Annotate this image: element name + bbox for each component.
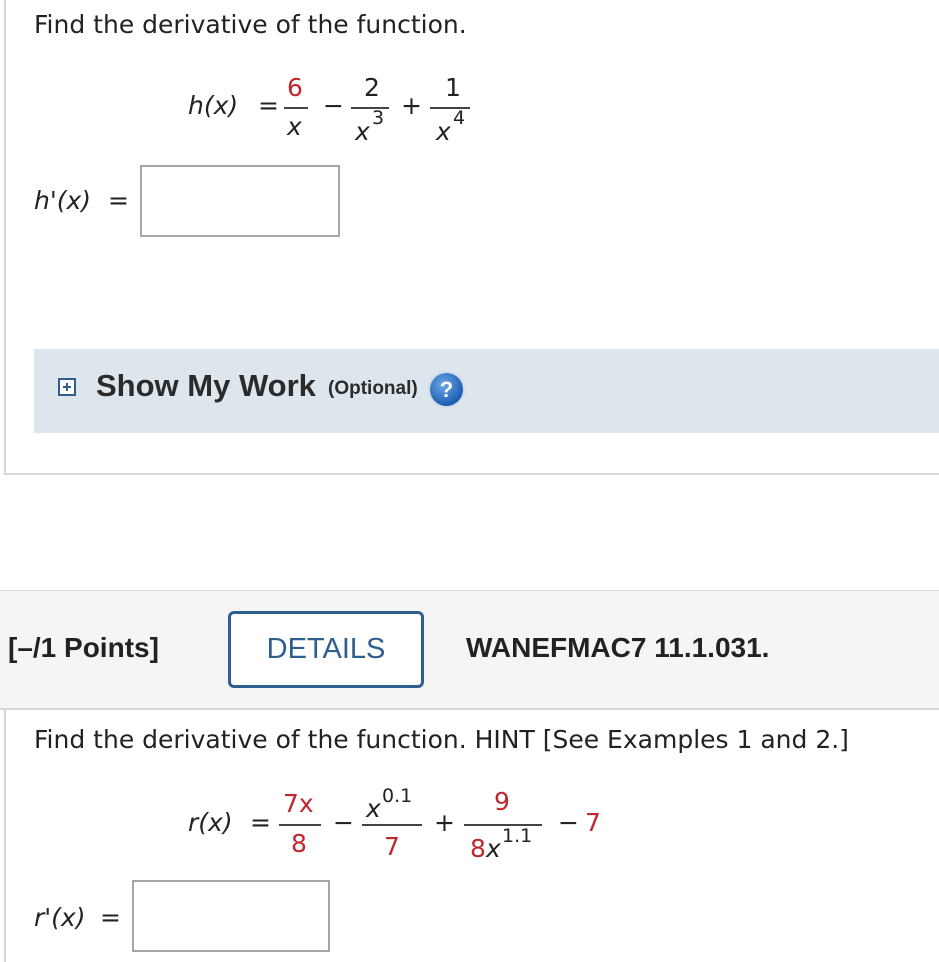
answer-1-equals: = — [108, 186, 129, 215]
help-question-icon[interactable]: ? — [430, 373, 463, 406]
question-2-prompt: Find the derivative of the function. HIN… — [34, 725, 849, 754]
details-button[interactable]: DETAILS — [228, 611, 424, 688]
fraction-bar — [362, 824, 422, 826]
term3-denominator-base: x — [436, 117, 451, 146]
term2-denominator: 7 — [384, 832, 400, 861]
constant-term: 7 — [585, 808, 601, 837]
term3-numerator: 1 — [445, 73, 461, 102]
answer-2-equals: = — [100, 903, 121, 932]
term2-numerator-exponent: 0.1 — [382, 785, 413, 807]
answer-2-input[interactable] — [132, 880, 330, 952]
question-code: WANEFMAC7 11.1.031. — [466, 632, 770, 663]
term2-denominator-exponent: 3 — [372, 107, 385, 129]
question-1-prompt: Find the derivative of the function. — [34, 10, 467, 39]
term1-numerator: 6 — [287, 73, 303, 102]
answer-1-label: h'(x) — [34, 186, 92, 215]
minus-operator: − — [333, 808, 354, 837]
plus-operator: + — [434, 808, 455, 837]
term2-numerator-base: x — [366, 794, 381, 823]
fraction-bar — [284, 107, 308, 109]
equals-sign: = — [258, 91, 279, 120]
term2-denominator-base: x — [355, 117, 370, 146]
minus-operator: − — [323, 91, 344, 120]
plus-square-icon[interactable] — [58, 378, 76, 396]
term1-denominator: 8 — [291, 829, 307, 858]
answer-1-input[interactable] — [140, 165, 340, 237]
term1-denominator: x — [287, 112, 302, 141]
equals-sign: = — [250, 808, 271, 837]
term3-numerator: 9 — [494, 787, 510, 816]
answer-2-label: r'(x) — [34, 903, 86, 932]
function-name: h(x) — [188, 91, 239, 120]
show-my-work-title[interactable]: Show My Work — [96, 368, 316, 404]
minus-operator: − — [558, 808, 579, 837]
term2-numerator: 2 — [364, 73, 380, 102]
term3-denominator-coefficient: 8 — [470, 834, 486, 863]
term3-denominator-exponent: 4 — [453, 107, 466, 129]
fraction-bar — [279, 824, 321, 826]
points-label: [–/1 Points] — [8, 632, 159, 663]
term1-numerator: 7x — [283, 789, 314, 818]
term3-denominator-exponent: 1.1 — [502, 825, 533, 847]
show-my-work-optional: (Optional) — [328, 378, 418, 399]
function-name: r(x) — [188, 808, 233, 837]
plus-operator: + — [401, 91, 422, 120]
term3-denominator-base: x — [486, 834, 501, 863]
